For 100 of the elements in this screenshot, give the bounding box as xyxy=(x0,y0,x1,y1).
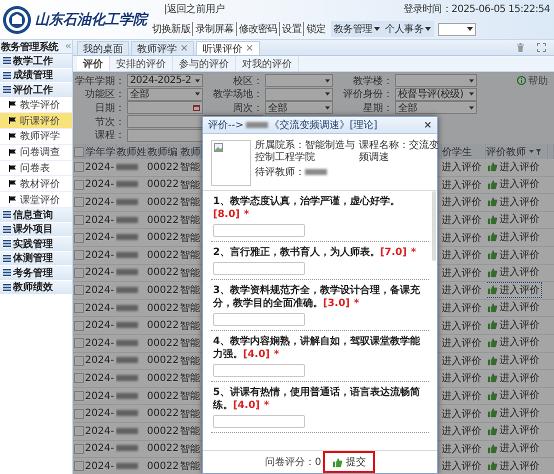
menu-item[interactable]: 教务管理 xyxy=(334,22,380,36)
sidebar-item[interactable]: 教师评学 xyxy=(0,129,72,145)
sidebar-item[interactable]: 问卷调查 xyxy=(0,144,72,161)
checkbox[interactable] xyxy=(74,408,84,419)
sub-tab[interactable]: 对我的评价 xyxy=(236,56,299,71)
sidebar-group[interactable]: 信息查询 xyxy=(0,208,72,223)
evaluate-link[interactable]: 进入评价 xyxy=(442,268,482,279)
evaluate-link[interactable]: 进入评价 xyxy=(442,356,482,367)
header-link[interactable]: 录制屏幕 xyxy=(192,22,236,36)
evaluate-link[interactable]: 进入评价 xyxy=(486,248,540,262)
evaluate-link[interactable]: 进入评价 xyxy=(486,160,540,174)
sidebar-group[interactable]: 成绩管理 xyxy=(0,68,72,83)
evaluate-link[interactable]: 进入评价 xyxy=(442,408,482,420)
evaluate-link[interactable]: 进入评价 xyxy=(486,353,540,368)
evaluate-link[interactable]: 进入评价 xyxy=(486,300,540,314)
evaluate-link[interactable]: 进入评价 xyxy=(486,335,540,350)
help-link[interactable]: 帮助 xyxy=(517,74,554,88)
evaluate-link[interactable]: 进入评价 xyxy=(442,444,482,455)
checkbox[interactable] xyxy=(74,303,84,314)
checkbox[interactable] xyxy=(74,461,84,472)
sidebar-group[interactable]: 实践管理 xyxy=(0,237,72,252)
header-link[interactable]: 锁定 xyxy=(303,22,328,36)
checkbox[interactable] xyxy=(74,444,84,454)
scrollbar[interactable] xyxy=(432,191,436,261)
checkbox[interactable] xyxy=(74,215,84,226)
evaluate-link[interactable]: 进入评价 xyxy=(486,458,540,473)
checkbox[interactable] xyxy=(74,250,84,260)
evaluate-link[interactable]: 进入评价 xyxy=(486,406,540,420)
sidebar-group[interactable]: 课外项目 xyxy=(0,222,72,238)
header-link[interactable]: 修改密码 xyxy=(236,22,280,36)
header-link[interactable]: 设置 xyxy=(279,22,304,36)
evaluate-link[interactable]: 进入评价 xyxy=(442,320,482,332)
input-field[interactable] xyxy=(213,415,305,428)
checkbox[interactable] xyxy=(74,232,84,243)
evaluate-link[interactable]: 进入评价 xyxy=(442,250,482,262)
checkbox[interactable] xyxy=(74,285,84,296)
evaluate-link[interactable]: 进入评价 xyxy=(442,180,482,191)
tab[interactable]: 听课评价 × xyxy=(196,41,260,55)
submit-button[interactable]: 提交 xyxy=(323,451,376,473)
close-tab-button[interactable]: × xyxy=(180,43,188,54)
evaluate-link[interactable]: 进入评价 xyxy=(486,441,540,456)
checkbox[interactable] xyxy=(74,356,84,366)
sidebar-group[interactable]: 考务管理 xyxy=(0,266,72,281)
evaluate-link[interactable]: 进入评价 xyxy=(486,212,540,226)
evaluate-link[interactable]: 进入评价 xyxy=(442,426,482,438)
checkbox[interactable] xyxy=(74,180,84,190)
evaluate-link[interactable]: 进入评价 xyxy=(486,230,540,244)
sidebar-item[interactable]: 问卷表 xyxy=(0,160,72,176)
checkbox[interactable] xyxy=(74,162,84,172)
checkbox[interactable] xyxy=(74,320,84,331)
evaluate-link[interactable]: 进入评价 xyxy=(486,282,540,297)
header-link[interactable]: 切换新版 xyxy=(150,22,192,36)
menu-item[interactable]: 个人事务 xyxy=(385,22,432,36)
sidebar-group[interactable]: 体测管理 xyxy=(0,252,72,266)
select-field[interactable]: 全部 xyxy=(265,101,333,114)
evaluate-link[interactable]: 进入评价 xyxy=(442,197,482,208)
close-tab-button[interactable]: × xyxy=(245,43,254,54)
evaluate-link[interactable]: 进入评价 xyxy=(486,177,540,192)
fullscreen-icon[interactable] xyxy=(537,43,546,52)
sort-filter-icon[interactable] xyxy=(529,148,541,154)
input-field[interactable] xyxy=(213,262,305,275)
select-field[interactable]: 校督导评(校级) xyxy=(395,88,477,101)
select-field[interactable]: 全部 xyxy=(127,88,203,101)
evaluate-link[interactable]: 进入评价 xyxy=(442,461,482,472)
checkbox[interactable] xyxy=(74,391,84,402)
evaluate-link[interactable]: 进入评价 xyxy=(442,391,482,402)
evaluate-link[interactable]: 进入评价 xyxy=(486,423,540,438)
tab[interactable]: 我的桌面 xyxy=(77,41,129,55)
checkbox[interactable] xyxy=(74,268,84,278)
checkbox[interactable] xyxy=(74,146,84,156)
select-field[interactable] xyxy=(265,74,333,88)
evaluate-link[interactable]: 进入评价 xyxy=(442,232,482,244)
checkbox[interactable] xyxy=(74,338,84,348)
evaluate-link[interactable]: 进入评价 xyxy=(442,338,482,350)
sidebar-item[interactable]: 听课评价 xyxy=(0,113,72,130)
return-user-link[interactable]: |返回之前用户 xyxy=(164,2,225,16)
date-field[interactable] xyxy=(127,101,203,114)
evaluate-link[interactable]: 进入评价 xyxy=(486,318,540,332)
evaluate-link[interactable]: 进入评价 xyxy=(486,370,540,385)
checkbox[interactable] xyxy=(74,197,84,208)
tab[interactable]: 教师评学 × xyxy=(131,41,194,55)
sub-tab[interactable]: 评价 xyxy=(77,56,110,71)
sub-tab[interactable]: 参与的评价 xyxy=(173,56,236,71)
checkbox[interactable] xyxy=(74,373,84,384)
sidebar-item[interactable]: 教材评价 xyxy=(0,176,72,192)
evaluate-link[interactable]: 进入评价 xyxy=(442,303,482,314)
close-button[interactable]: × xyxy=(424,120,432,130)
select-field[interactable] xyxy=(265,88,333,101)
sidebar-group[interactable]: 评价工作 xyxy=(0,83,72,98)
input-field[interactable] xyxy=(213,313,305,326)
sidebar-group[interactable]: 教学工作 xyxy=(0,54,72,68)
select-field[interactable]: 全部 xyxy=(395,101,477,114)
checkbox[interactable] xyxy=(74,426,84,436)
select-field[interactable]: 2024-2025-2 xyxy=(127,74,203,88)
sidebar-group[interactable]: 教师绩效 xyxy=(0,280,72,296)
evaluate-link[interactable]: 进入评价 xyxy=(442,162,482,174)
sub-tab[interactable]: 安排的评价 xyxy=(110,56,173,71)
select-field[interactable] xyxy=(438,22,476,36)
trash-icon[interactable] xyxy=(516,43,525,52)
evaluate-link[interactable]: 进入评价 xyxy=(442,285,482,296)
